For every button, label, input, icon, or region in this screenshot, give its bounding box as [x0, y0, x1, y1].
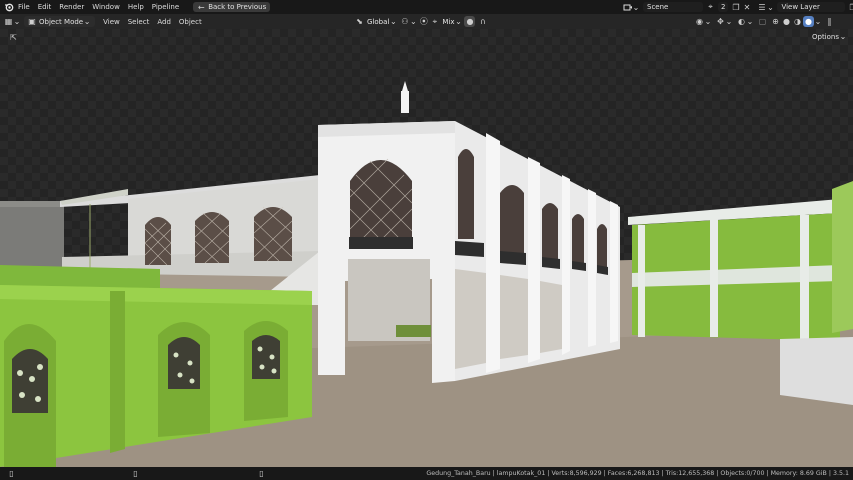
scene-name-field[interactable]: Scene: [643, 2, 703, 12]
menu-add[interactable]: Add: [153, 15, 175, 29]
xray-icon[interactable]: ▢: [757, 16, 768, 27]
rendered-shading-icon[interactable]: ●: [803, 16, 814, 27]
menu-object[interactable]: Object: [175, 15, 206, 29]
menu-view[interactable]: View: [99, 15, 124, 29]
snap-mode-label[interactable]: Mix: [442, 18, 454, 26]
menu-window[interactable]: Window: [88, 0, 124, 14]
wireframe-shading-icon[interactable]: ⊕: [770, 16, 781, 27]
scene-render: [0, 81, 853, 467]
scene-selector-icon[interactable]: [622, 2, 633, 13]
menu-pipeline[interactable]: Pipeline: [148, 0, 183, 14]
editor-type-icon[interactable]: ▦: [3, 16, 14, 27]
snap-target-icon[interactable]: ⌖: [429, 16, 440, 27]
options-label: Options: [811, 32, 839, 41]
chevron-down-icon: ⌄: [746, 17, 754, 26]
menu-file[interactable]: File: [14, 0, 34, 14]
scene-users-label: 2: [721, 3, 726, 11]
scene-name-label: Scene: [647, 3, 669, 11]
chevron-down-icon: ⌄: [410, 17, 417, 26]
back-to-previous-button[interactable]: ← Back to Previous: [193, 2, 271, 12]
overlays-icon[interactable]: ◐: [736, 16, 747, 27]
select-box-tool-icon[interactable]: ⇱: [8, 32, 19, 43]
chevron-down-icon: ⌄: [839, 32, 847, 41]
mouse-left-icon: ▯: [9, 469, 14, 478]
view-layer-field[interactable]: View Layer: [777, 2, 846, 12]
blender-logo-icon[interactable]: [3, 2, 14, 13]
back-to-previous-label: Back to Previous: [208, 3, 267, 11]
mode-label: Object Mode: [39, 17, 84, 26]
view-layer-icon[interactable]: ☰: [756, 2, 767, 13]
menu-help[interactable]: Help: [124, 0, 148, 14]
close-icon[interactable]: ✕: [741, 2, 752, 13]
proportional-editing-icon: ●: [466, 17, 474, 26]
options-dropdown[interactable]: Options ⌄: [812, 31, 847, 42]
menu-render[interactable]: Render: [55, 0, 88, 14]
chevron-down-icon: ⌄: [13, 17, 21, 26]
top-menubar: File Edit Render Window Help Pipeline ← …: [0, 0, 853, 14]
3d-viewport[interactable]: ⇱ Options ⌄: [0, 29, 853, 467]
back-arrow-icon: ←: [197, 2, 205, 12]
scene-users-count: 2: [718, 2, 729, 12]
chevron-down-icon: ⌄: [455, 17, 462, 26]
duplicate-scene-icon[interactable]: ❐: [730, 2, 741, 13]
pause-render-icon[interactable]: ‖: [824, 16, 835, 27]
pivot-point-icon[interactable]: ⚇: [399, 16, 410, 27]
chevron-down-icon: ⌄: [632, 2, 640, 12]
scene-statistics: Gedung_Tanah_Baru | lampuKotak_01 | Vert…: [426, 470, 849, 477]
chevron-down-icon: ⌄: [814, 17, 822, 26]
viewport-header: ▦ ⌄ ▣ Object Mode ⌄ View Select Add Obje…: [0, 14, 853, 29]
pin-icon[interactable]: ⌖: [705, 2, 716, 13]
mode-selector[interactable]: ▣ Object Mode ⌄: [24, 16, 96, 27]
proportional-editing-toggle[interactable]: ●: [464, 16, 476, 27]
chevron-down-icon: ⌄: [767, 2, 774, 12]
chevron-down-icon: ⌄: [83, 17, 91, 26]
falloff-curve-icon[interactable]: ∩: [477, 16, 488, 27]
solid-shading-icon[interactable]: ●: [781, 16, 792, 27]
transform-orientation-icon[interactable]: ⬊: [354, 16, 365, 27]
mouse-middle-icon: ▯: [133, 469, 138, 478]
object-mode-icon: ▣: [28, 17, 36, 26]
chevron-down-icon: ⌄: [704, 17, 712, 26]
snap-icon[interactable]: ⦿: [418, 16, 429, 27]
chevron-down-icon: ⌄: [725, 17, 733, 26]
duplicate-view-layer-icon[interactable]: ❐: [847, 2, 853, 13]
status-bar: ▯ ▯ ▯ Gedung_Tanah_Baru | lampuKotak_01 …: [0, 467, 853, 480]
view-layer-label: View Layer: [781, 3, 820, 11]
visibility-icon[interactable]: ◉: [694, 16, 705, 27]
gizmo-icon[interactable]: ✥: [715, 16, 726, 27]
mouse-right-icon: ▯: [259, 469, 264, 478]
menu-select[interactable]: Select: [124, 15, 154, 29]
menu-edit[interactable]: Edit: [34, 0, 56, 14]
orientation-label[interactable]: Global: [367, 18, 389, 26]
chevron-down-icon: ⌄: [389, 17, 397, 26]
material-shading-icon[interactable]: ◑: [792, 16, 803, 27]
